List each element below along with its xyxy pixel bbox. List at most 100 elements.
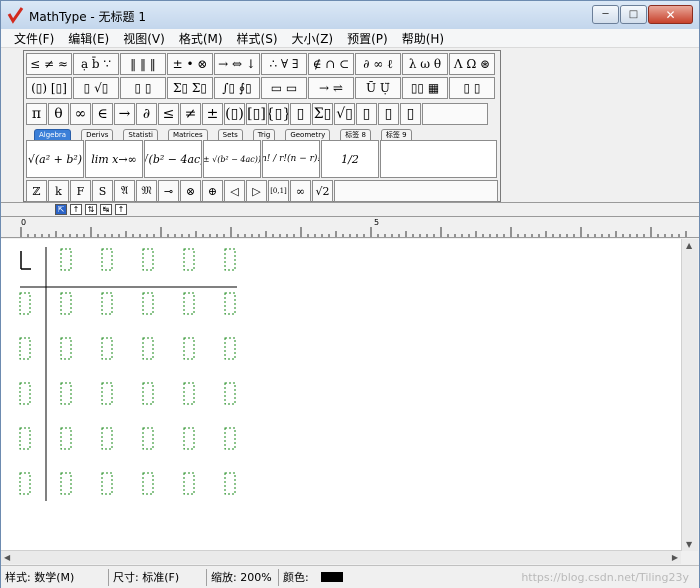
matrix-cell-placeholder[interactable] [101, 337, 113, 360]
tab-label-8[interactable]: 标签 8 [340, 129, 371, 140]
scroll-right-arrow-icon[interactable]: ▶ [672, 553, 678, 562]
template-sub-superscript[interactable]: ▯ [400, 103, 421, 125]
symbol-left-triangle[interactable]: ◁ [224, 180, 245, 202]
tab-label-9[interactable]: 标签 9 [380, 129, 412, 140]
symbol-not-equal[interactable]: ≠ [180, 103, 201, 125]
scroll-down-arrow-icon[interactable]: ▼ [686, 540, 692, 549]
align-bottom-button[interactable]: ↑ [115, 204, 127, 215]
align-top-button[interactable]: ↑ [70, 204, 82, 215]
palette-misc-symbols[interactable]: ∂ ∞ ℓ [355, 53, 401, 75]
palette-labeled-arrows[interactable]: → ⇌ [308, 77, 354, 99]
symbol-fraktur-m[interactable]: 𝔐 [136, 180, 157, 202]
symbol-k[interactable]: k [48, 180, 69, 202]
template-summation[interactable]: Σ▯ [312, 103, 333, 125]
matrix-cell-placeholder[interactable] [19, 382, 31, 405]
symbol-right-arrow[interactable]: → [114, 103, 135, 125]
menu-file[interactable]: 文件(F) [7, 30, 61, 47]
matrix-cell-placeholder[interactable] [183, 337, 195, 360]
menu-help[interactable]: 帮助(H) [395, 30, 451, 47]
template-fraction[interactable]: ▯ [290, 103, 311, 125]
menu-edit[interactable]: 编辑(E) [61, 30, 116, 47]
palette-integrals[interactable]: ∫▯ ∮▯ [214, 77, 260, 99]
matrix-cell-placeholder[interactable] [224, 472, 236, 495]
palette-fences[interactable]: (▯) [▯] [26, 77, 72, 99]
align-top-left-button[interactable]: ⇱ [55, 204, 67, 215]
matrix-cell-placeholder[interactable] [224, 337, 236, 360]
matrix-cell-placeholder[interactable] [19, 427, 31, 450]
tab-derivs[interactable]: Derivs [81, 129, 114, 140]
matrix-cell-placeholder[interactable] [101, 248, 113, 271]
matrix-cell-placeholder[interactable] [101, 427, 113, 450]
palette-arrows[interactable]: → ⇔ ↓ [214, 53, 260, 75]
symbol-circled-times[interactable]: ⊗ [180, 180, 201, 202]
symbol-multimap[interactable]: ⊸ [158, 180, 179, 202]
align-center-button[interactable]: ⇅ [85, 204, 97, 215]
symbol-element-of[interactable]: ∈ [92, 103, 113, 125]
symbol-pi[interactable]: π [26, 103, 47, 125]
template-brackets[interactable]: [▯] [246, 103, 267, 125]
template-sqrt[interactable]: √▯ [334, 103, 355, 125]
scroll-left-arrow-icon[interactable]: ◀ [4, 553, 10, 562]
template-discriminant[interactable]: √(b² − 4ac) [144, 140, 202, 178]
palette-operators[interactable]: ± • ⊗ [167, 53, 213, 75]
palette-greek-lower[interactable]: λ ω θ [402, 53, 448, 75]
matrix-cell-placeholder[interactable] [60, 292, 72, 315]
matrix-cell-placeholder[interactable] [183, 248, 195, 271]
menu-style[interactable]: 样式(S) [230, 30, 285, 47]
horizontal-scrollbar[interactable]: ◀ ▶ [1, 550, 681, 564]
matrix-cell-placeholder[interactable] [224, 382, 236, 405]
matrix-cell-placeholder[interactable] [224, 292, 236, 315]
palette-fractions-radicals[interactable]: ▯ √▯ [73, 77, 119, 99]
palette-embellishments[interactable]: ‖ ‖ ‖ [120, 53, 166, 75]
symbol-script-s[interactable]: S [92, 180, 113, 202]
symbol-script-f[interactable]: F [70, 180, 91, 202]
template-combination[interactable]: n! / r!(n − r)! [262, 140, 320, 178]
matrix-cell-placeholder[interactable] [142, 248, 154, 271]
matrix-cell-placeholder[interactable] [142, 337, 154, 360]
symbol-infinity-small[interactable]: ∞ [290, 180, 311, 202]
matrix-cell-placeholder[interactable] [19, 472, 31, 495]
ruler[interactable]: 0 5 [1, 216, 699, 238]
vertical-scrollbar[interactable]: ▲ ▼ [681, 239, 698, 551]
symbol-infinity[interactable]: ∞ [70, 103, 91, 125]
minimize-button[interactable]: ─ [592, 5, 619, 24]
palette-bars[interactable]: ▭ ▭ [261, 77, 307, 99]
scroll-up-arrow-icon[interactable]: ▲ [686, 241, 692, 250]
matrix-cell-placeholder[interactable] [183, 427, 195, 450]
matrix-cell-placeholder[interactable] [101, 472, 113, 495]
tab-statistics[interactable]: Statisti [123, 129, 158, 140]
symbol-partial[interactable]: ∂ [136, 103, 157, 125]
align-baseline-button[interactable]: ↹ [100, 204, 112, 215]
matrix-cell-placeholder[interactable] [60, 337, 72, 360]
equation-editor[interactable] [1, 239, 681, 551]
matrix-cell-placeholder[interactable] [224, 248, 236, 271]
template-one-half[interactable]: 1/2 [321, 140, 379, 178]
template-limit[interactable]: lim x→∞ [85, 140, 143, 178]
matrix-cell-placeholder[interactable] [142, 292, 154, 315]
matrix-cell-placeholder[interactable] [60, 472, 72, 495]
matrix-cell-placeholder[interactable] [60, 248, 72, 271]
matrix-cell-placeholder[interactable] [142, 472, 154, 495]
symbol-right-triangle[interactable]: ▷ [246, 180, 267, 202]
matrix-cell-placeholder[interactable] [60, 427, 72, 450]
tab-trig[interactable]: Trig [252, 129, 276, 140]
matrix-cell-placeholder[interactable] [142, 427, 154, 450]
matrix-cell-placeholder[interactable] [101, 382, 113, 405]
template-braces[interactable]: {▯} [268, 103, 289, 125]
matrix-cell-placeholder[interactable] [183, 292, 195, 315]
maximize-button[interactable]: □ [620, 5, 647, 24]
palette-subscripts[interactable]: ▯ ▯ [120, 77, 166, 99]
tab-algebra[interactable]: Algebra [34, 129, 72, 140]
palette-spaces-ellipses[interactable]: ạ b̄ ∵ [73, 53, 119, 75]
matrix-cell-placeholder[interactable] [101, 292, 113, 315]
tab-matrices[interactable]: Matrices [167, 129, 208, 140]
palette-relations[interactable]: ≤ ≠ ≈ [26, 53, 72, 75]
symbol-fraktur-a[interactable]: 𝔄 [114, 180, 135, 202]
symbol-less-equal[interactable]: ≤ [158, 103, 179, 125]
matrix-cell-placeholder[interactable] [19, 337, 31, 360]
matrix-cell-placeholder[interactable] [183, 382, 195, 405]
palette-logic[interactable]: ∴ ∀ ∃ [261, 53, 307, 75]
symbol-plus-minus[interactable]: ± [202, 103, 223, 125]
palette-summations[interactable]: Σ▯ Σ▯ [167, 77, 213, 99]
symbol-sqrt-two[interactable]: √2 [312, 180, 333, 202]
